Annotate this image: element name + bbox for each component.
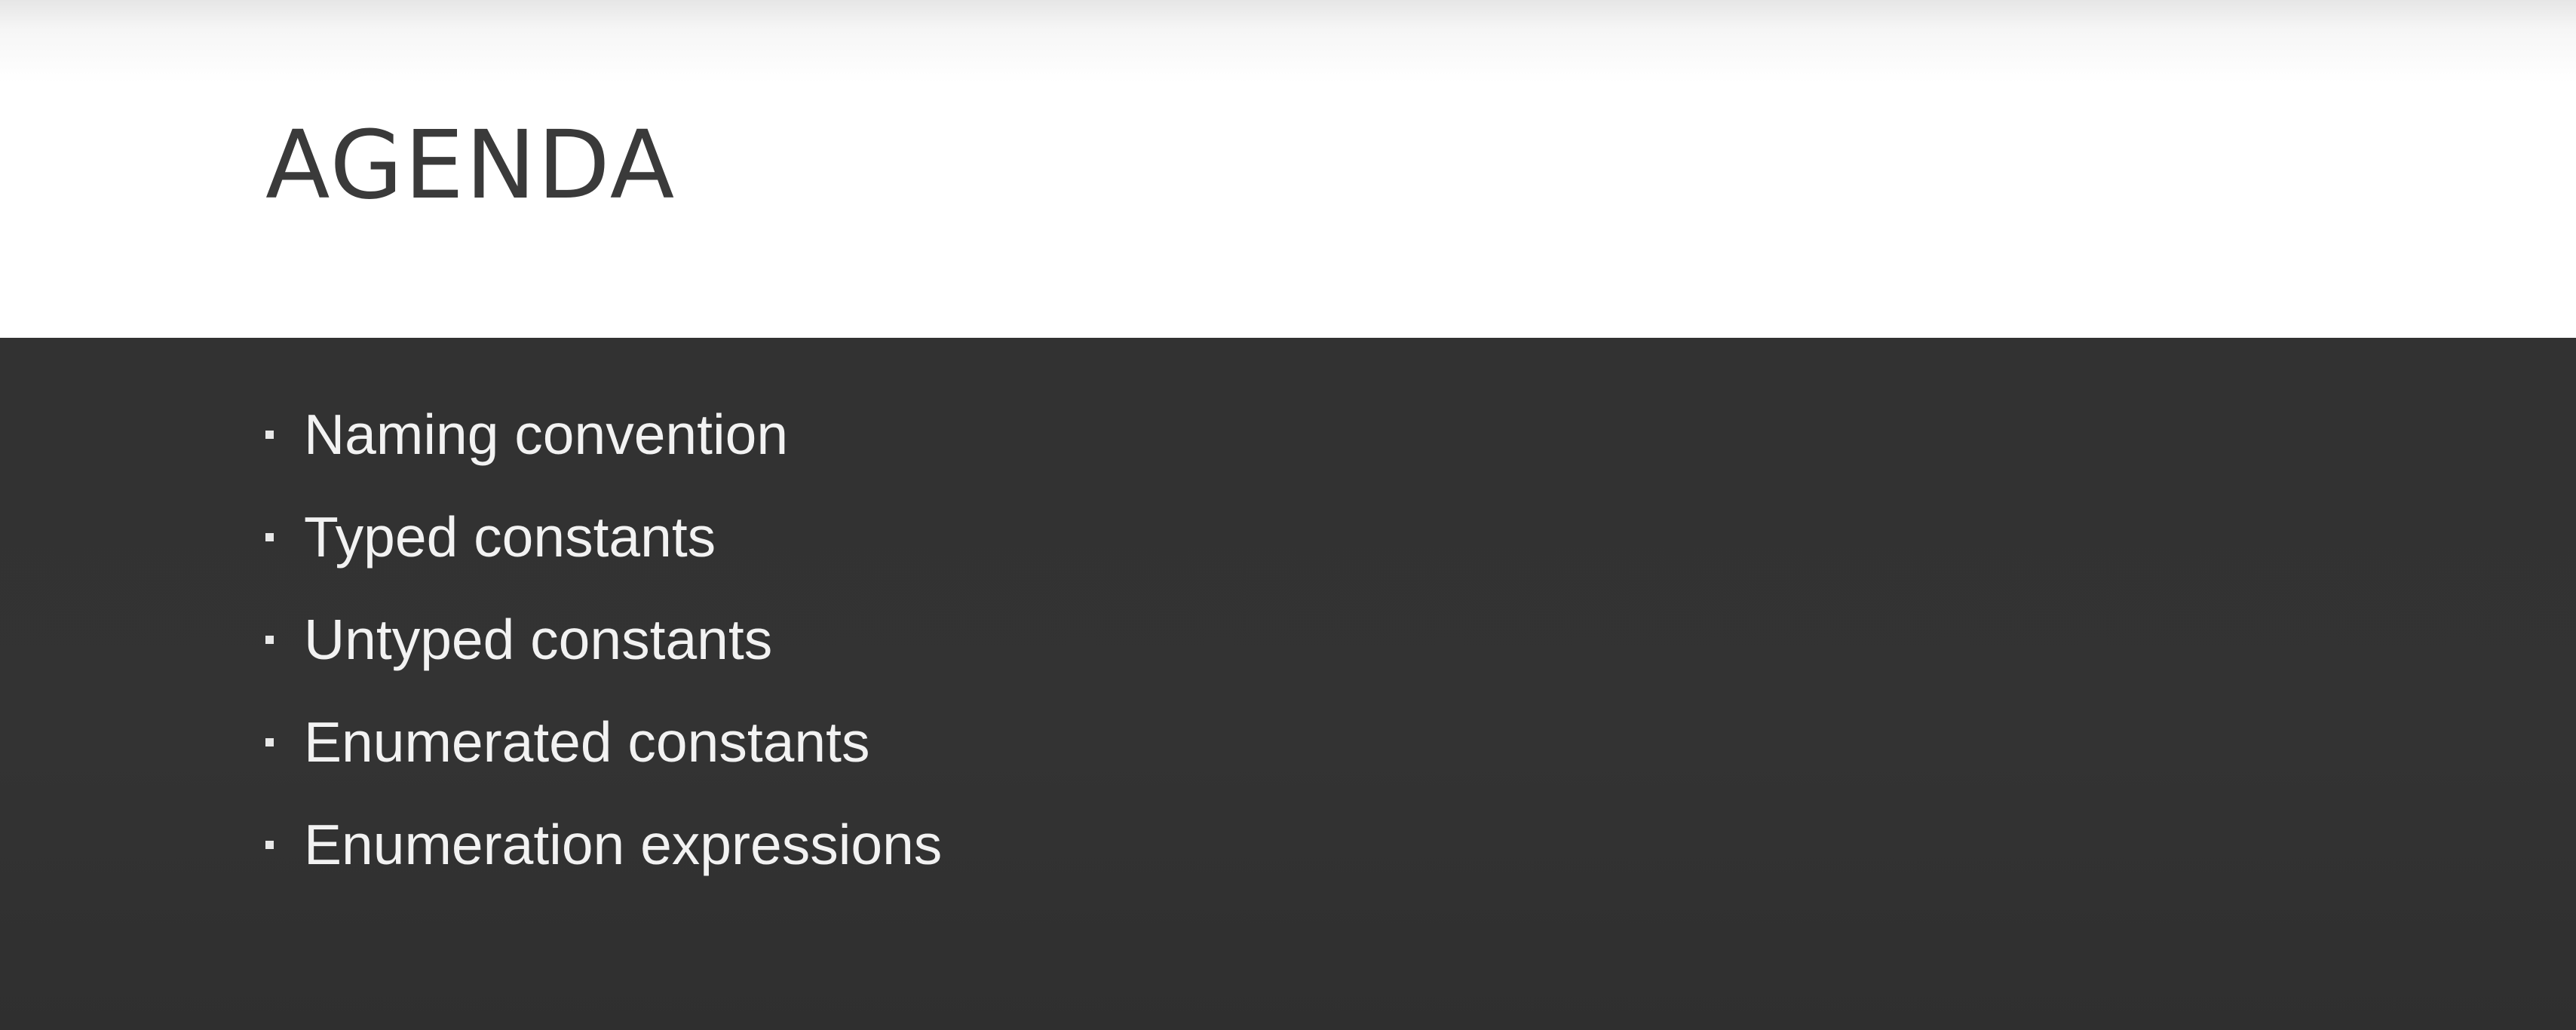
bullet-icon — [265, 430, 274, 439]
presentation-slide: AGENDA Naming convention Typed constants… — [0, 0, 2576, 1030]
bullet-icon — [265, 737, 274, 746]
list-item: Naming convention — [265, 383, 942, 486]
slide-title: AGENDA — [265, 111, 676, 220]
bullet-icon — [265, 840, 274, 849]
list-item: Enumeration expressions — [265, 793, 942, 896]
slide-content: Naming convention Typed constants Untype… — [0, 338, 2576, 1030]
list-item-text: Typed constants — [304, 505, 716, 569]
bullet-icon — [265, 635, 274, 644]
list-item: Untyped constants — [265, 588, 942, 691]
slide-header: AGENDA — [0, 0, 2576, 338]
list-item-text: Enumeration expressions — [304, 813, 943, 876]
list-item-text: Enumerated constants — [304, 710, 870, 774]
list-item: Typed constants — [265, 486, 942, 588]
list-item: Enumerated constants — [265, 691, 942, 793]
agenda-list: Naming convention Typed constants Untype… — [265, 383, 942, 896]
bullet-icon — [265, 532, 274, 541]
list-item-text: Untyped constants — [304, 608, 773, 671]
list-item-text: Naming convention — [304, 403, 789, 466]
